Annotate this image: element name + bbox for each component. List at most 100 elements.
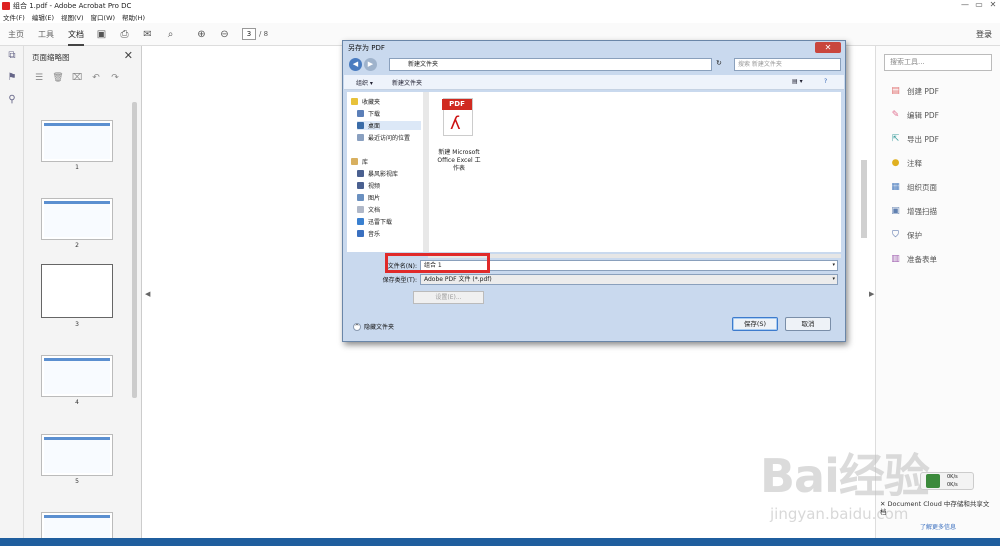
file-name-label: 新建 Microsoft Office Excel 工作表 (437, 149, 481, 172)
dropdown-icon[interactable]: ▾ (832, 275, 835, 284)
save-button[interactable]: 保存(S) (732, 317, 778, 331)
title-bar: 组合 1.pdf - Adobe Acrobat Pro DC (0, 0, 1000, 11)
prev-page-icon[interactable]: ⊕ (196, 29, 207, 40)
forward-icon[interactable]: ▶ (364, 58, 377, 71)
tool-comment[interactable]: ● 注释 (890, 158, 922, 169)
help-icon[interactable]: ? (824, 78, 827, 85)
next-page-icon[interactable]: ⊖ (219, 29, 230, 40)
extract-icon[interactable]: ⌧ (70, 73, 84, 83)
document-scrollbar[interactable] (861, 160, 867, 238)
acrobat-app-icon (2, 1, 10, 10)
dialog-search-input[interactable]: 搜索 新建文件夹 (734, 58, 841, 71)
view-options-icon[interactable]: ▤ ▾ (792, 78, 803, 85)
login-link[interactable]: 登录 (976, 29, 992, 40)
maximize-button[interactable]: ▭ (972, 0, 986, 10)
nav-desktop[interactable]: 桌面 (357, 121, 421, 130)
nav-music[interactable]: 音乐 (357, 229, 380, 238)
settings-button[interactable]: 设置(E)... (413, 291, 484, 304)
export-pdf-icon: ⇱ (891, 134, 900, 144)
tool-organize-pages[interactable]: ▦ 组织页面 (890, 182, 937, 193)
form-icon: ▥ (891, 254, 900, 264)
pdf-file-icon[interactable]: PDF ʎ (442, 98, 473, 136)
refresh-icon[interactable]: ↻ (716, 59, 722, 67)
email-icon[interactable]: ✉ (142, 29, 153, 40)
menu-help[interactable]: 帮助(H) (122, 12, 145, 22)
dialog-close-button[interactable]: ✕ (815, 42, 841, 53)
search-tools-input[interactable]: 搜索工具... (884, 54, 992, 71)
nav-pictures[interactable]: 图片 (357, 193, 380, 202)
nav-download[interactable]: 下载 (357, 109, 380, 118)
tool-prepare-form[interactable]: ▥ 准备表单 (890, 254, 937, 265)
save-icon[interactable]: ▣ (96, 29, 107, 40)
acrobat-logo-icon: ʎ (450, 113, 461, 134)
close-panel-icon[interactable]: ✕ (124, 49, 133, 62)
tab-tools[interactable]: 工具 (38, 23, 54, 46)
dropdown-icon[interactable]: ▾ (832, 261, 835, 270)
video-lib-icon (357, 170, 364, 177)
tab-home[interactable]: 主页 (8, 23, 24, 46)
thumbnail-panel: 页面缩略图 ✕ ☰ 🗑 ⌧ ↶ ↷ 1 2 3 4 5 (24, 46, 142, 546)
minimize-button[interactable]: — (958, 0, 972, 10)
page-thumbnail[interactable] (41, 434, 113, 476)
thumbnail-scrollbar[interactable] (132, 102, 137, 398)
nav-libraries[interactable]: 库 (351, 157, 368, 166)
tool-edit-pdf[interactable]: ✎ 编辑 PDF (890, 110, 939, 121)
tool-protect[interactable]: ⛉ 保护 (890, 230, 922, 241)
nav-recent[interactable]: 最近访问的位置 (357, 133, 410, 142)
close-button[interactable]: ✕ (986, 0, 1000, 10)
highlight-annotation (385, 253, 490, 273)
music-icon (357, 230, 364, 237)
cancel-button[interactable]: 取消 (785, 317, 831, 331)
star-icon (351, 98, 358, 105)
page-thumbnail[interactable] (41, 355, 113, 397)
recent-icon (357, 134, 364, 141)
hide-folders-toggle[interactable]: ^ 隐藏文件夹 (353, 322, 394, 331)
dialog-nav-pane: 收藏夹 下载 桌面 最近访问的位置 库 暴风影视库 视频 图片 文档 迅雷下载 … (347, 92, 427, 252)
menu-edit[interactable]: 编辑(E) (32, 12, 54, 22)
collapse-right-icon[interactable]: ▶ (869, 290, 874, 298)
undo-icon[interactable]: ↶ (89, 73, 103, 83)
bookmark-icon[interactable]: ⚑ (0, 72, 24, 90)
page-thumbnails-icon[interactable]: ⧉ (0, 50, 24, 68)
options-icon[interactable]: ☰ (32, 73, 46, 83)
scan-icon: ▣ (891, 206, 900, 216)
tool-export-pdf[interactable]: ⇱ 导出 PDF (890, 134, 939, 145)
redo-icon[interactable]: ↷ (108, 73, 122, 83)
nav-documents[interactable]: 文档 (357, 205, 380, 214)
nav-favorites[interactable]: 收藏夹 (351, 97, 380, 106)
learn-more-link[interactable]: 了解更多信息 (920, 522, 956, 531)
page-thumbnail[interactable] (41, 198, 113, 240)
menu-view[interactable]: 视图(V) (61, 12, 84, 22)
nav-thunder[interactable]: 迅雷下载 (357, 217, 392, 226)
dialog-command-bar: 组织 ▾ 新建文件夹 ▤ ▾ ? (344, 75, 844, 90)
filetype-select[interactable]: Adobe PDF 文件 (*.pdf) ▾ (420, 274, 838, 285)
nav-video[interactable]: 视频 (357, 181, 380, 190)
thumbnail-label: 3 (75, 321, 79, 328)
nav-videos-lib[interactable]: 暴风影视库 (357, 169, 398, 178)
page-thumbnail[interactable] (41, 120, 113, 162)
print-icon[interactable]: ⎙ (119, 29, 130, 40)
address-bar[interactable]: 新建文件夹 (389, 58, 712, 71)
tool-create-pdf[interactable]: ▤ 创建 PDF (890, 86, 939, 97)
page-number-input[interactable]: 3 (242, 28, 256, 40)
save-as-dialog: 另存为 PDF ✕ ◀ ▶ 新建文件夹 ↻ 搜索 新建文件夹 组织 ▾ 新建文件… (342, 40, 846, 342)
collapse-left-icon[interactable]: ◀ (145, 290, 150, 298)
comment-icon: ● (891, 158, 900, 168)
new-folder-button[interactable]: 新建文件夹 (392, 78, 422, 87)
organize-button[interactable]: 组织 ▾ (356, 78, 373, 87)
menu-file[interactable]: 文件(F) (3, 12, 25, 22)
delete-icon[interactable]: 🗑 (51, 73, 65, 83)
search-icon[interactable]: ⌕ (165, 29, 176, 40)
attachment-icon[interactable]: ⚲ (0, 94, 24, 112)
tab-document[interactable]: 文档 (68, 23, 84, 46)
menu-window[interactable]: 窗口(W) (91, 12, 116, 22)
collapse-icon: ^ (353, 322, 361, 331)
file-list: PDF ʎ 新建 Microsoft Office Excel 工作表 (429, 92, 841, 252)
back-icon[interactable]: ◀ (349, 58, 362, 71)
app-icon (926, 474, 940, 488)
create-pdf-icon: ▤ (891, 86, 900, 96)
download-icon (357, 110, 364, 117)
page-thumbnail-selected[interactable] (41, 264, 113, 318)
tool-enhance-scan[interactable]: ▣ 增强扫描 (890, 206, 937, 217)
close-icon[interactable]: ✕ (880, 500, 888, 508)
